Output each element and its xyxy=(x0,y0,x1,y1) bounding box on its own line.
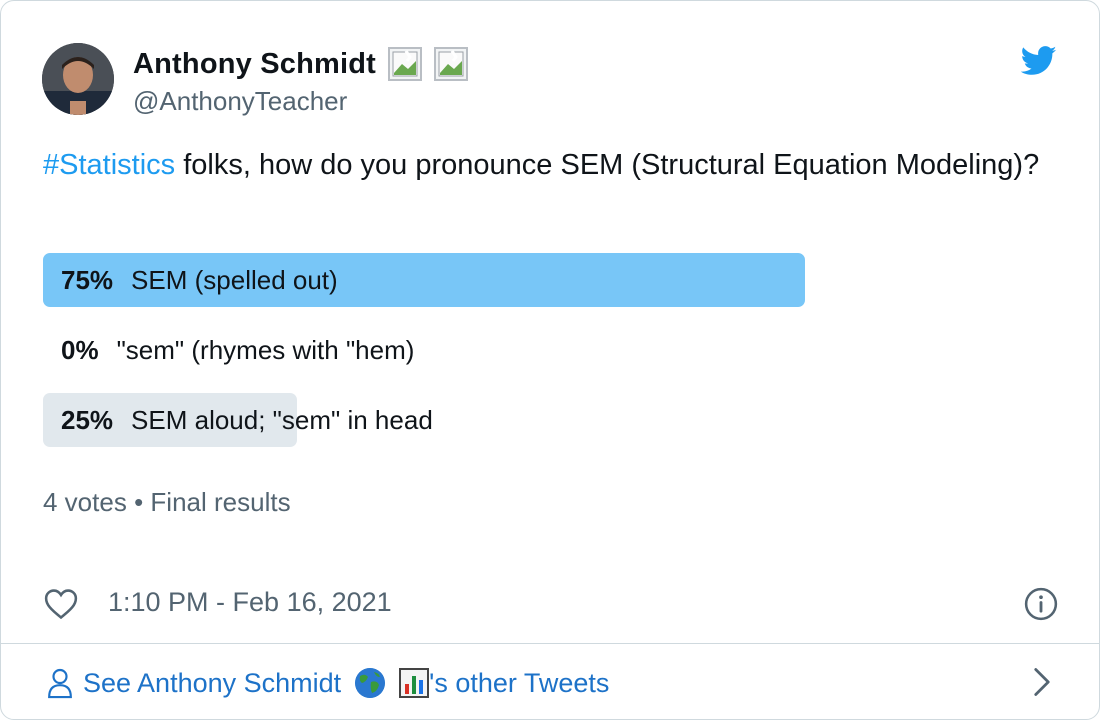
poll-option-text: SEM (spelled out) xyxy=(131,265,338,295)
embedded-tweet-card: Anthony Schmidt @AnthonyTeacher #Statist… xyxy=(0,0,1100,720)
person-icon xyxy=(48,668,72,699)
see-other-tweets-suffix[interactable]: 's other Tweets xyxy=(429,668,609,699)
poll-option-percent: 0% xyxy=(61,335,99,365)
poll-separator: • xyxy=(134,487,144,517)
hashtag-link[interactable]: #Statistics xyxy=(43,149,175,181)
poll-option-text: "sem" (rhymes with "hem) xyxy=(116,335,415,365)
tweet-timestamp[interactable]: 1:10 PM - Feb 16, 2021 xyxy=(108,587,392,618)
avatar[interactable] xyxy=(42,43,114,115)
broken-image-icon xyxy=(388,47,423,81)
poll-option: 0% "sem" (rhymes with "hem) xyxy=(43,323,1053,377)
bar-chart-emoji-icon xyxy=(399,668,430,698)
author-name[interactable]: Anthony Schmidt xyxy=(133,48,376,81)
poll-option-label: 75% SEM (spelled out) xyxy=(61,253,338,307)
tweet-body: folks, how do you pronounce SEM (Structu… xyxy=(175,149,1040,181)
see-other-tweets-prefix[interactable]: See Anthony Schmidt xyxy=(83,668,341,699)
globe-emoji-icon xyxy=(355,668,386,698)
poll-meta: 4 votes • Final results xyxy=(43,487,291,518)
divider xyxy=(1,643,1099,644)
poll-option-label: 0% "sem" (rhymes with "hem) xyxy=(61,323,414,377)
poll-option: 25% SEM aloud; "sem" in head xyxy=(43,393,1053,447)
twitter-bird-icon[interactable] xyxy=(1021,45,1057,77)
poll-option-text: SEM aloud; "sem" in head xyxy=(131,405,433,435)
poll-option-percent: 25% xyxy=(61,405,114,435)
poll-option-label: 25% SEM aloud; "sem" in head xyxy=(61,393,433,447)
tweet-text: #Statistics folks, how do you pronounce … xyxy=(43,143,1053,188)
info-icon[interactable] xyxy=(1024,587,1058,621)
poll-option-percent: 75% xyxy=(61,265,114,295)
poll-option: 75% SEM (spelled out) xyxy=(43,253,1053,307)
chevron-right-icon[interactable] xyxy=(1031,667,1053,697)
broken-image-icon xyxy=(434,47,469,81)
see-other-tweets-link[interactable]: See Anthony Schmidt 's other Tweets xyxy=(47,661,609,705)
heart-icon[interactable] xyxy=(44,588,78,620)
poll-status: Final results xyxy=(150,487,291,517)
poll-vote-count: 4 votes xyxy=(43,487,127,517)
author-row: Anthony Schmidt xyxy=(133,47,469,81)
author-handle[interactable]: @AnthonyTeacher xyxy=(133,86,347,117)
